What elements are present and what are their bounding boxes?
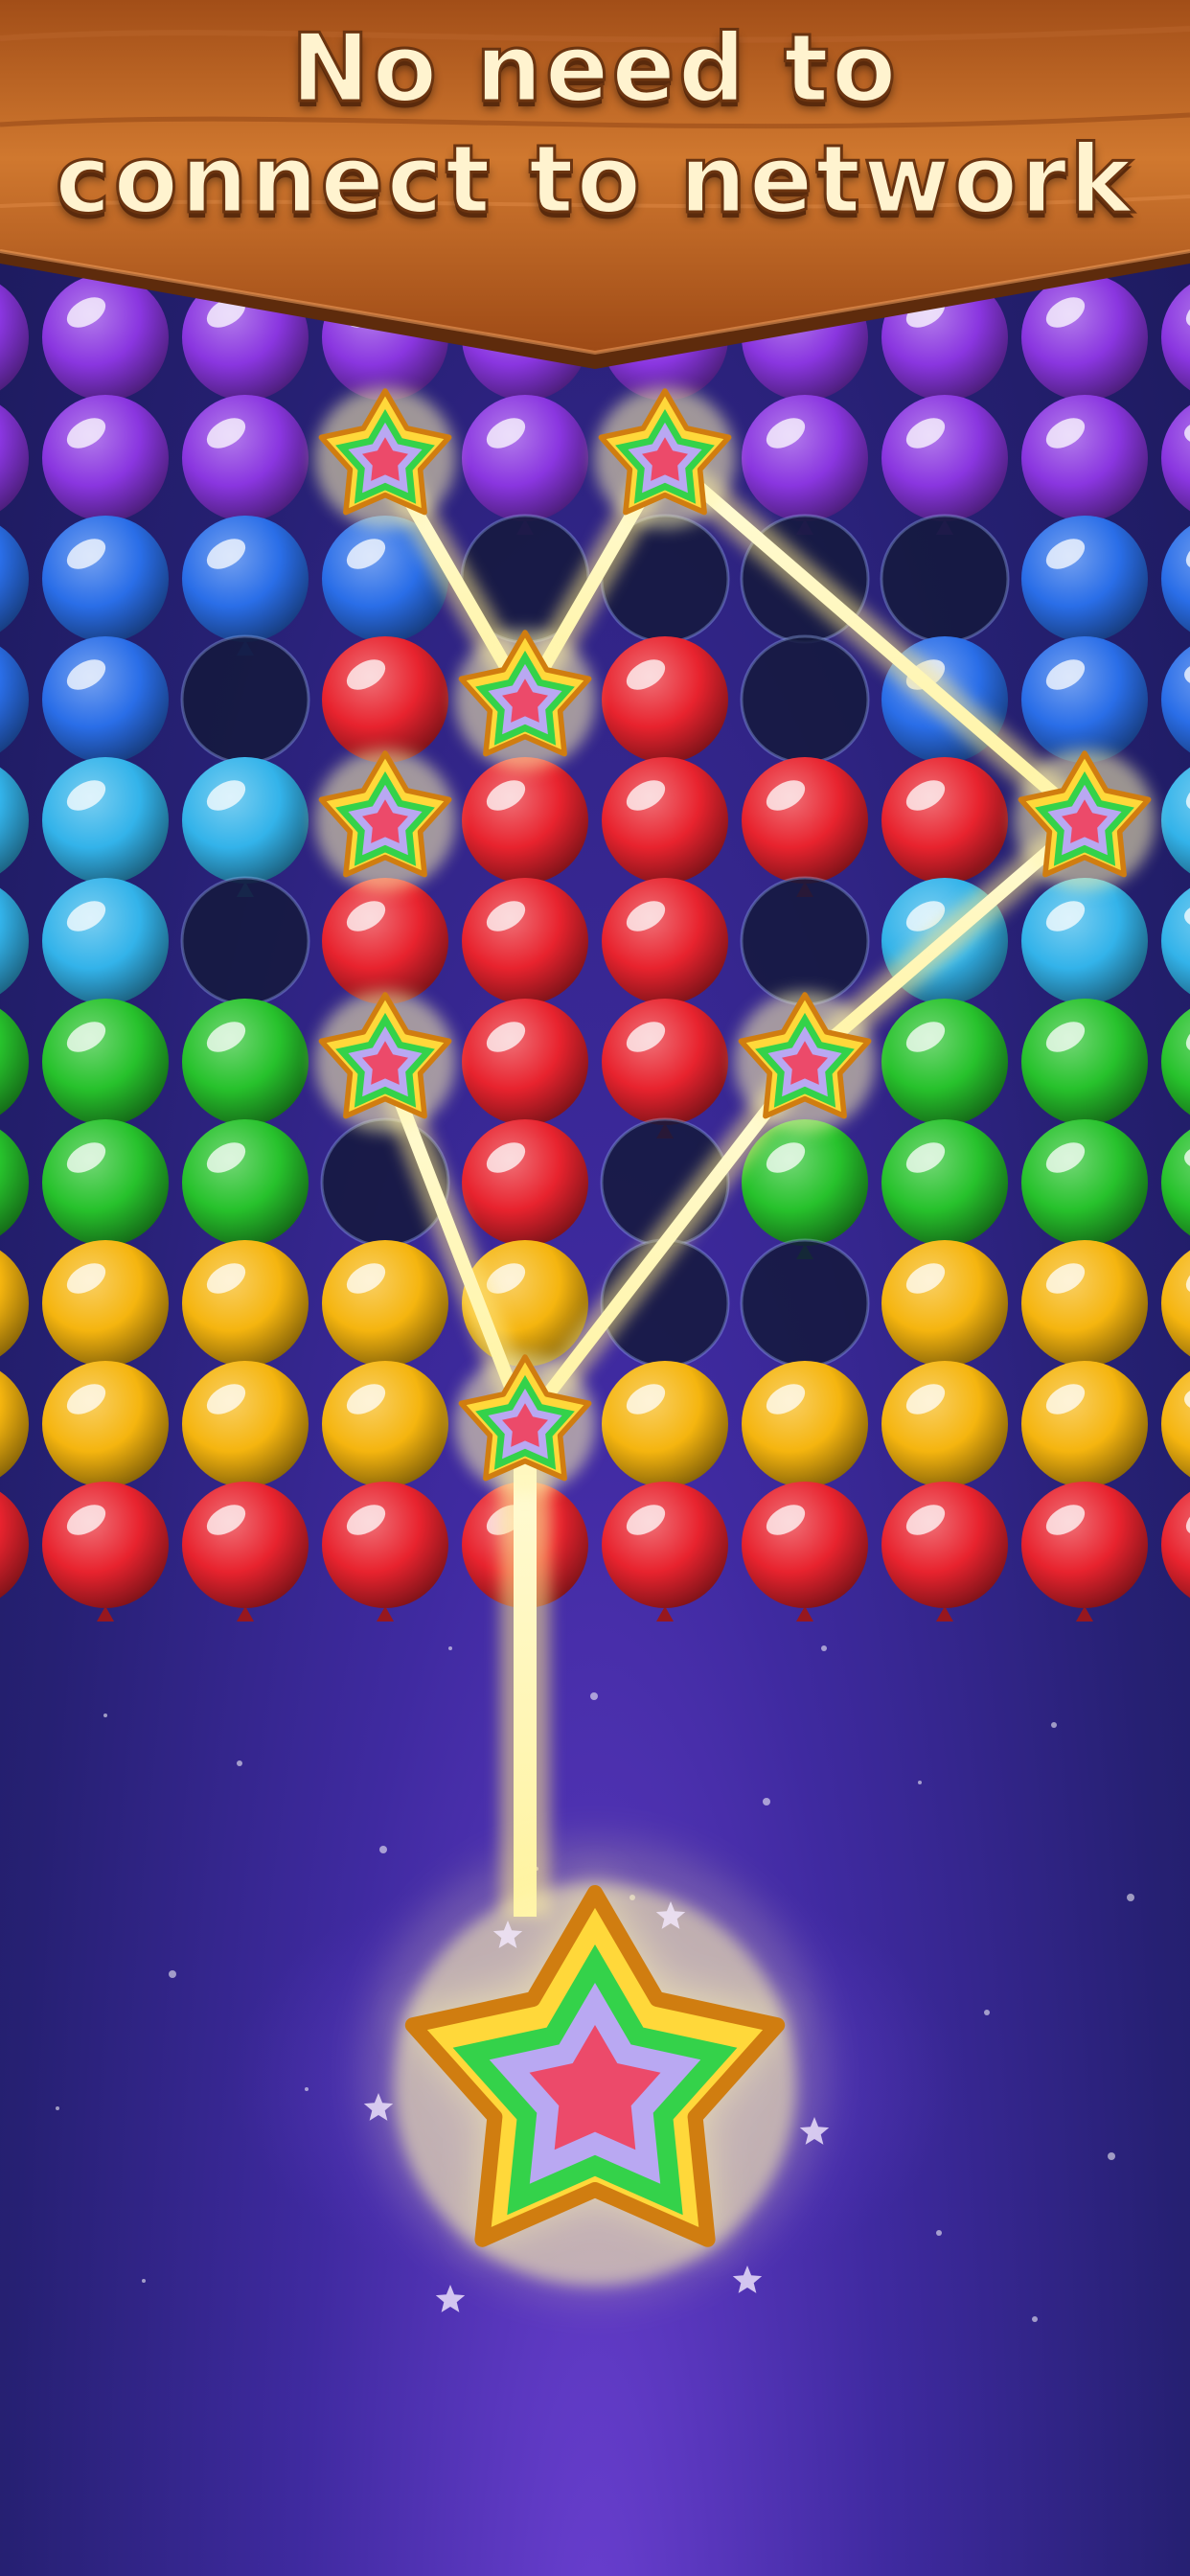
game-board <box>0 274 1190 2322</box>
star-bubble-icon <box>454 629 596 770</box>
empty-bubble <box>180 876 310 1006</box>
sparkle <box>821 1645 827 1651</box>
sparkle <box>984 2010 990 2015</box>
star-bubble-icon <box>594 387 736 529</box>
empty-bubble <box>880 514 1010 644</box>
sparkle <box>936 2230 942 2236</box>
sparkle <box>763 1798 770 1806</box>
star-bubble-icon <box>454 1353 596 1495</box>
star-bubble-icon <box>734 991 876 1133</box>
empty-bubble <box>180 634 310 765</box>
star-bubble-icon <box>314 749 456 891</box>
empty-bubble <box>740 876 870 1006</box>
sparkle <box>379 1846 387 1853</box>
sparkle <box>103 1714 107 1717</box>
star-bubble-icon <box>314 991 456 1133</box>
sparkle <box>305 2087 309 2091</box>
banner-headline: No need to connect to network <box>0 0 1190 240</box>
sparkle <box>142 2279 146 2283</box>
sparkle <box>590 1692 598 1700</box>
sparkle <box>448 1646 452 1650</box>
star-bubble-icon <box>314 387 456 529</box>
star-shooter-body <box>394 1883 796 2286</box>
star-bubble-icon <box>1014 749 1156 891</box>
sparkle <box>1127 1894 1134 1901</box>
sparkle <box>56 2106 59 2110</box>
sparkle <box>1051 1722 1057 1728</box>
sparkle <box>1032 2316 1038 2322</box>
sparkle <box>169 1970 176 1978</box>
sparkle <box>918 1781 922 1784</box>
empty-bubble <box>740 1238 870 1368</box>
empty-bubble <box>740 634 870 765</box>
sparkle <box>1108 2152 1115 2160</box>
banner-line-1: No need to <box>289 13 900 126</box>
sparkle <box>237 1760 242 1766</box>
banner-line-2: connect to network <box>54 125 1135 237</box>
aim-beam <box>514 1424 537 1917</box>
